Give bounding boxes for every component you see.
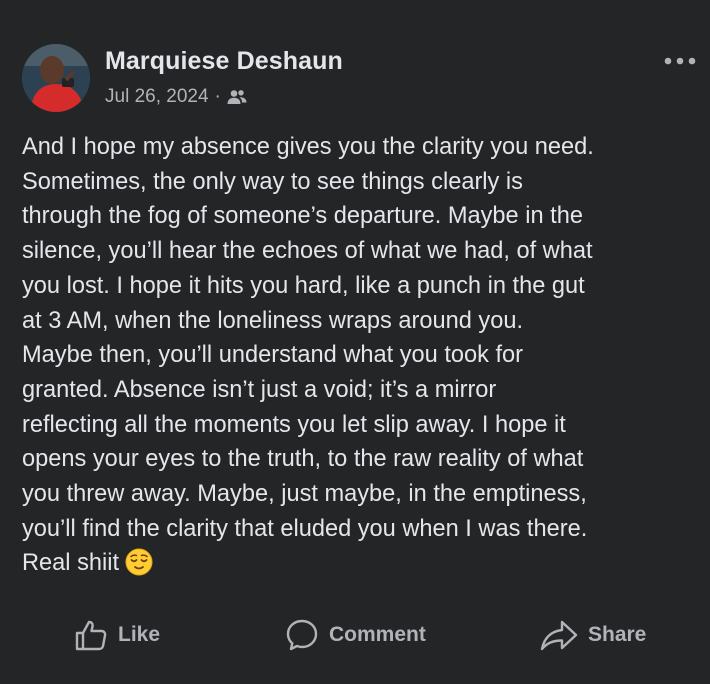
comment-bubble-icon — [285, 618, 319, 652]
relieved-face-emoji — [125, 548, 153, 587]
post-body-line: you threw away. Maybe, just maybe, in th… — [22, 481, 587, 508]
post-date[interactable]: Jul 26, 2024 — [105, 86, 209, 108]
post-body-line: at 3 AM, when the loneliness wraps aroun… — [22, 307, 524, 334]
avatar[interactable] — [22, 44, 90, 112]
post-card: Marquiese Deshaun Jul 26, 2024 · And I h… — [0, 0, 710, 684]
post-body-line: silence, you’ll hear the echoes of what … — [22, 238, 593, 265]
post-body-last-line: Real shiit — [22, 546, 698, 587]
post-body: And I hope my absence gives you the clar… — [22, 130, 698, 587]
post-body-line: Real shiit — [22, 550, 120, 577]
more-options-button[interactable] — [660, 52, 700, 70]
post-meta: Jul 26, 2024 · — [105, 85, 247, 109]
share-label: Share — [588, 623, 647, 646]
post-actions-bar: Like Comment Share — [0, 612, 710, 658]
share-button[interactable]: Share — [540, 612, 646, 658]
post-body-line: Maybe then, you’ll understand what you t… — [22, 342, 524, 369]
post-body-line: reflecting all the moments you let slip … — [22, 411, 566, 438]
comment-label: Comment — [329, 623, 426, 646]
like-label: Like — [118, 623, 161, 646]
post-body-line: you lost. I hope it hits you hard, like … — [22, 272, 585, 299]
post-body-line: you’ll find the clarity that eluded you … — [22, 515, 588, 542]
thumbs-up-icon — [74, 618, 108, 652]
share-arrow-icon — [540, 618, 578, 652]
post-body-line: through the fog of someone’s departure. … — [22, 203, 583, 230]
post-body-line: And I hope my absence gives you the clar… — [22, 134, 594, 160]
post-body-line: opens your eyes to the truth, to the raw… — [22, 446, 584, 473]
meta-separator: · — [214, 86, 221, 107]
friends-icon — [227, 89, 247, 105]
author-name[interactable]: Marquiese Deshaun — [105, 47, 343, 76]
post-body-line: granted. Absence isn’t just a void; it’s… — [22, 376, 497, 403]
like-button[interactable]: Like — [74, 612, 160, 658]
comment-button[interactable]: Comment — [285, 612, 426, 658]
more-horizontal-icon — [664, 57, 696, 65]
post-body-line: Sometimes, the only way to see things cl… — [22, 168, 523, 195]
